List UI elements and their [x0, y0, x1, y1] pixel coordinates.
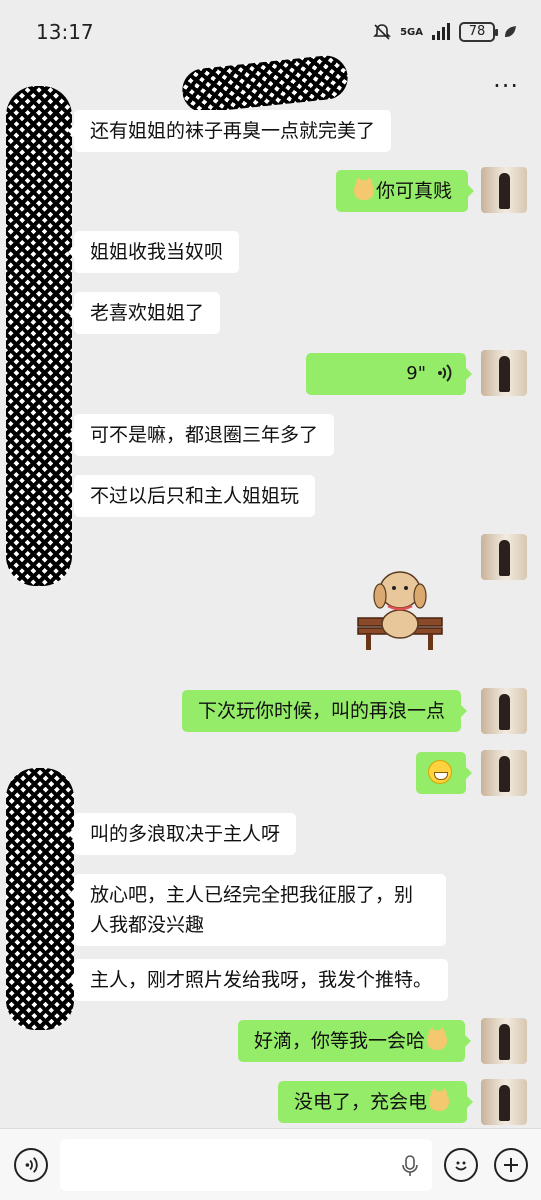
message-text: 放心吧，主人已经完全把我征服了，别人我都没兴趣 [90, 884, 414, 936]
redacted-avatar-left [6, 768, 74, 1030]
message-bubble-left[interactable]: 可不是嘛，都退圈三年多了 [67, 414, 335, 456]
leaf-icon [505, 26, 516, 37]
message-text: 主人，刚才照片发给我呀，我发个推特。 [90, 969, 433, 991]
message-bubble-left[interactable]: 姐姐收我当奴呗 [67, 231, 240, 273]
message-bubble-left[interactable]: 放心吧，主人已经完全把我征服了，别人我都没兴趣 [68, 874, 446, 946]
battery-indicator: 78 [459, 22, 498, 42]
cat-emoji-icon [354, 177, 374, 200]
message-bubble-left[interactable]: 老喜欢姐姐了 [67, 292, 221, 334]
message-text: 还有姐姐的袜子再臭一点就完美了 [90, 120, 376, 142]
voice-duration: 9" [406, 363, 426, 384]
message-text: 姐姐收我当奴呗 [90, 241, 224, 263]
my-avatar[interactable] [481, 688, 527, 734]
voice-wave-icon [438, 364, 452, 382]
message-bubble-left[interactable]: 主人，刚才照片发给我呀，我发个推特。 [67, 959, 449, 1001]
message-text: 老喜欢姐姐了 [90, 302, 205, 324]
message-bubble-left[interactable]: 叫的多浪取决于主人呀 [67, 813, 297, 855]
status-icons: 5GA 78 [372, 20, 517, 44]
emoji-button[interactable] [444, 1148, 478, 1182]
more-options-button[interactable]: ··· [493, 72, 519, 100]
my-avatar[interactable] [481, 750, 527, 796]
message-text: 叫的多浪取决于主人呀 [90, 823, 281, 845]
cat-emoji-icon [427, 1027, 448, 1050]
message-bubble-right[interactable]: 好滴，你等我一会哈 [238, 1020, 472, 1062]
message-bubble-right[interactable]: 你可真贱 [336, 170, 475, 212]
microphone-icon[interactable] [400, 1155, 420, 1177]
message-text: 可不是嘛，都退圈三年多了 [90, 424, 319, 446]
my-avatar[interactable] [481, 1018, 527, 1064]
my-avatar[interactable] [481, 350, 527, 396]
message-text: 好滴，你等我一会哈 [254, 1030, 426, 1052]
input-bar [0, 1128, 541, 1200]
redacted-avatar-left [6, 86, 72, 586]
plus-icon [504, 1158, 518, 1172]
message-text: 你可真贱 [376, 180, 453, 202]
voice-message-bubble[interactable]: 9" [306, 353, 472, 395]
emoji-message-bubble[interactable] [416, 752, 472, 794]
signal-icon [432, 23, 450, 40]
message-bubble-left[interactable]: 不过以后只和主人姐姐玩 [67, 475, 316, 517]
status-bar: 13:17 5GA 78 [0, 0, 541, 62]
my-avatar[interactable] [481, 167, 527, 213]
my-avatar[interactable] [481, 1079, 527, 1125]
my-avatar[interactable] [481, 534, 527, 580]
grin-emoji-icon [428, 760, 452, 784]
add-more-button[interactable] [494, 1148, 528, 1182]
message-bubble-right[interactable]: 没电了，充会电 [278, 1081, 474, 1123]
smiley-icon [455, 1161, 467, 1171]
message-text: 下次玩你时候，叫的再浪一点 [198, 700, 446, 722]
message-text: 不过以后只和主人姐姐玩 [90, 485, 300, 507]
voice-input-button[interactable] [14, 1148, 48, 1182]
status-time: 13:17 [36, 20, 94, 44]
message-bubble-right[interactable]: 下次玩你时候，叫的再浪一点 [182, 690, 468, 732]
message-bubble-left[interactable]: 还有姐姐的袜子再臭一点就完美了 [67, 110, 392, 152]
cat-emoji-icon [429, 1088, 450, 1111]
message-text: 没电了，充会电 [294, 1091, 428, 1113]
network-type: 5GA [400, 26, 423, 38]
voice-wave-icon [25, 1157, 38, 1173]
mute-bell-icon [373, 24, 392, 40]
dog-on-bench-sticker[interactable] [354, 566, 446, 656]
message-input[interactable] [60, 1139, 432, 1191]
